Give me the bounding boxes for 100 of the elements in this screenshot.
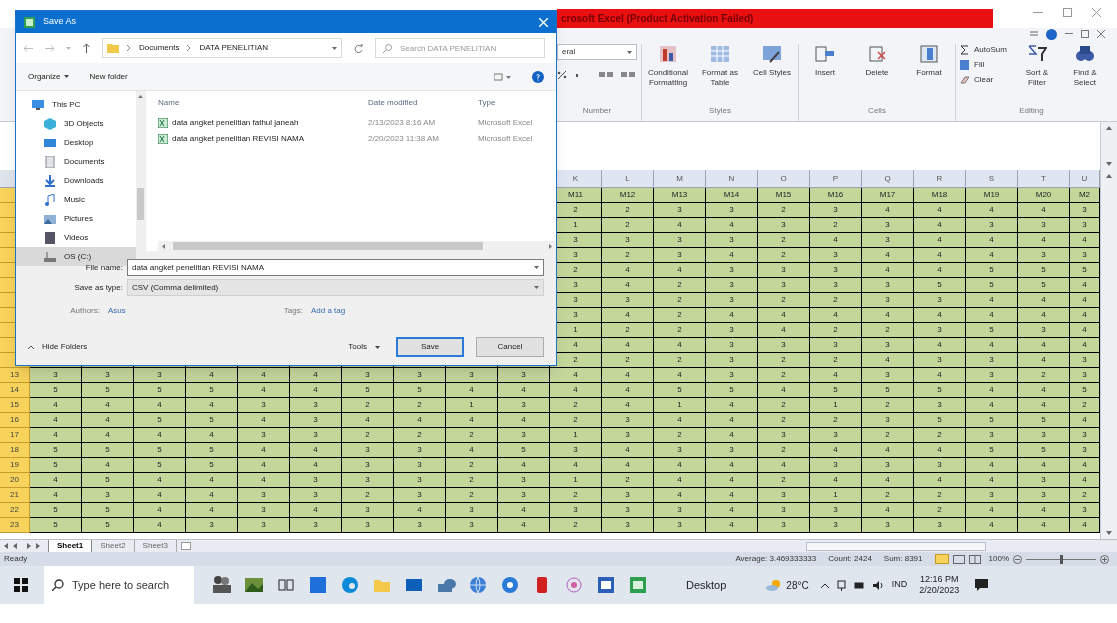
- paint-icon[interactable]: [564, 575, 584, 595]
- refresh-icon[interactable]: [354, 43, 363, 53]
- desktop-toolbar[interactable]: Desktop: [686, 576, 727, 594]
- caret-icon[interactable]: [534, 266, 539, 269]
- windows-start-icon[interactable]: [14, 578, 28, 592]
- row-header[interactable]: 19: [0, 458, 30, 473]
- chevron-up-icon[interactable]: [820, 582, 829, 588]
- new-folder-button[interactable]: New folder: [89, 70, 128, 83]
- scrollbar-thumb[interactable]: [173, 242, 483, 250]
- nav-item[interactable]: Music: [16, 190, 136, 209]
- minimize-icon[interactable]: [1033, 11, 1043, 14]
- column-header[interactable]: U: [1070, 170, 1100, 188]
- close-icon[interactable]: [1092, 8, 1101, 17]
- scrollbar-thumb[interactable]: [137, 188, 144, 220]
- scroll-up-icon[interactable]: [138, 95, 143, 98]
- file-name-field[interactable]: data angket penelitian REVISI NAMA: [127, 259, 544, 276]
- minimize-icon[interactable]: [1065, 33, 1073, 35]
- ribbon-button[interactable]: Insert: [803, 44, 847, 78]
- ribbon-button[interactable]: Conditional Formatting: [646, 44, 690, 88]
- save-button[interactable]: Save: [396, 337, 464, 357]
- scroll-up-icon[interactable]: [1106, 126, 1112, 130]
- nav-item[interactable]: OS (C:): [16, 247, 136, 266]
- save-as-type-dropdown[interactable]: CSV (Comma delimited): [127, 279, 544, 296]
- battery-icon[interactable]: [853, 581, 865, 589]
- zoom-slider[interactable]: [1026, 554, 1096, 564]
- address-bar[interactable]: Documents DATA PENELITIAN: [102, 38, 342, 58]
- restore-icon[interactable]: [1081, 30, 1089, 38]
- clock-time[interactable]: 12:16 PM: [919, 574, 959, 585]
- word-icon[interactable]: [596, 575, 616, 595]
- column-header[interactable]: M: [654, 170, 706, 188]
- page-break-icon[interactable]: [968, 554, 981, 564]
- column-header[interactable]: P: [810, 170, 862, 188]
- help-icon[interactable]: [1046, 28, 1057, 40]
- hide-folders-button[interactable]: Hide Folders: [28, 341, 88, 353]
- column-header[interactable]: T: [1018, 170, 1070, 188]
- row-header[interactable]: 18: [0, 443, 30, 458]
- column-header[interactable]: Name: [158, 97, 368, 109]
- ribbon-button[interactable]: Sort & Filter: [1018, 44, 1055, 88]
- row-header[interactable]: 14: [0, 383, 30, 398]
- restore-icon[interactable]: [1063, 8, 1072, 17]
- nav-item[interactable]: Documents: [16, 152, 136, 171]
- horizontal-scrollbar[interactable]: [158, 241, 556, 251]
- row-header[interactable]: 17: [0, 428, 30, 443]
- nav-item[interactable]: Pictures: [16, 209, 136, 228]
- column-header[interactable]: Date modified: [368, 97, 478, 109]
- row-header[interactable]: 16: [0, 413, 30, 428]
- ribbon-button[interactable]: Format: [907, 44, 951, 78]
- circle-app-icon[interactable]: [500, 575, 520, 595]
- column-header[interactable]: N: [706, 170, 758, 188]
- zoom-out-icon[interactable]: [1013, 554, 1022, 564]
- ribbon-button[interactable]: Cell Styles: [750, 44, 794, 88]
- zoom-in-icon[interactable]: [1100, 554, 1109, 564]
- column-header[interactable]: Q: [862, 170, 914, 188]
- ribbon-button[interactable]: Fill: [960, 59, 1007, 71]
- help-icon[interactable]: [532, 70, 544, 83]
- ribbon-button[interactable]: Delete: [855, 44, 899, 78]
- people-icon[interactable]: [212, 575, 232, 595]
- column-header[interactable]: Type: [478, 97, 538, 109]
- column-header[interactable]: O: [758, 170, 810, 188]
- column-header[interactable]: R: [914, 170, 966, 188]
- ribbon-button[interactable]: Format as Table: [698, 44, 742, 88]
- authors-value[interactable]: Asus: [108, 305, 126, 317]
- taskbar-search-field[interactable]: Type here to search: [44, 566, 194, 604]
- scroll-right-icon[interactable]: [549, 243, 552, 249]
- row-header[interactable]: 15: [0, 398, 30, 413]
- breadcrumb-item[interactable]: Documents: [139, 42, 180, 54]
- zoom-level[interactable]: 100%: [988, 553, 1009, 565]
- clock-date[interactable]: 2/20/2023: [919, 585, 960, 596]
- notifications-icon[interactable]: [975, 579, 989, 591]
- row-header[interactable]: 13: [0, 368, 30, 383]
- scroll-down-icon[interactable]: [1106, 531, 1112, 535]
- horizontal-scrollbar[interactable]: [805, 541, 986, 551]
- row-header[interactable]: 22: [0, 503, 30, 518]
- file-item[interactable]: data angket penelitian fathul janeah: [158, 117, 368, 129]
- formula-bar-scrollbar[interactable]: [1100, 122, 1117, 170]
- tags-field[interactable]: Add a tag: [310, 305, 346, 317]
- nav-item[interactable]: Desktop: [16, 133, 136, 152]
- tools-menu-button[interactable]: Tools: [348, 341, 380, 353]
- page-layout-icon[interactable]: [952, 554, 965, 564]
- sheet-tab[interactable]: Sheet1: [48, 539, 93, 553]
- column-header[interactable]: S: [966, 170, 1018, 188]
- new-sheet-icon[interactable]: [180, 542, 191, 550]
- scroll-left-icon[interactable]: [162, 243, 165, 249]
- up-arrow-icon[interactable]: [83, 43, 90, 53]
- nav-item[interactable]: Downloads: [16, 171, 136, 190]
- nav-item[interactable]: This PC: [16, 95, 136, 114]
- input-language[interactable]: IND: [891, 578, 908, 592]
- row-header[interactable]: 21: [0, 488, 30, 503]
- cancel-button[interactable]: Cancel: [476, 337, 544, 357]
- nav-item[interactable]: Videos: [16, 228, 136, 247]
- file-item[interactable]: data angket penelitian REVISI NAMA: [158, 133, 368, 145]
- slider-thumb[interactable]: [1059, 554, 1063, 564]
- vertical-scrollbar[interactable]: [1100, 170, 1117, 539]
- ribbon-button[interactable]: Find & Select: [1066, 44, 1103, 88]
- scroll-up-icon[interactable]: [1106, 174, 1112, 178]
- excel-icon[interactable]: [628, 575, 648, 595]
- ribbon-button[interactable]: AutoSum: [960, 44, 1007, 56]
- percent-icon[interactable]: [557, 70, 567, 79]
- image-icon[interactable]: [244, 575, 264, 595]
- number-format-dropdown[interactable]: eral: [562, 46, 576, 58]
